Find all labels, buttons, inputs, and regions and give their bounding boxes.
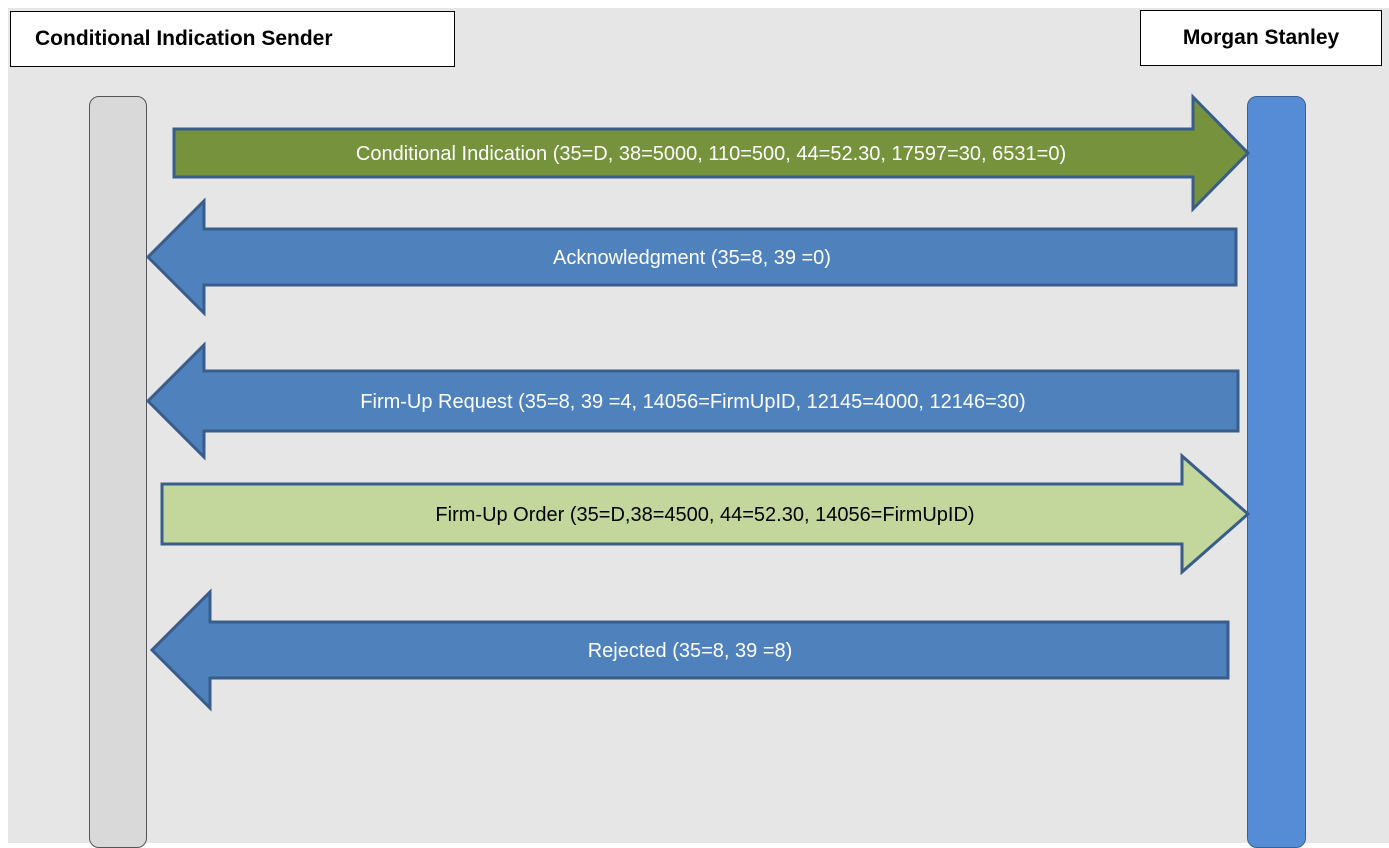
message-label: Firm-Up Request (35=8, 39 =4, 14056=Firm… <box>360 391 1025 413</box>
message-arrow-firm-up-order: Firm-Up Order (35=D,38=4500, 44=52.30, 1… <box>160 452 1251 576</box>
message-arrows: Conditional Indication (35=D, 38=5000, 1… <box>145 93 1251 712</box>
message-arrow-rejected: Rejected (35=8, 39 =8) <box>149 588 1230 712</box>
message-label: Acknowledgment (35=8, 39 =0) <box>553 247 831 269</box>
message-label: Rejected (35=8, 39 =8) <box>588 640 793 662</box>
message-label: Firm-Up Order (35=D,38=4500, 44=52.30, 1… <box>435 504 974 526</box>
message-arrow-acknowledgment: Acknowledgment (35=8, 39 =0) <box>145 197 1238 317</box>
message-label: Conditional Indication (35=D, 38=5000, 1… <box>356 143 1066 165</box>
message-arrow-conditional-indication: Conditional Indication (35=D, 38=5000, 1… <box>172 93 1251 213</box>
message-arrow-firm-up-request: Firm-Up Request (35=8, 39 =4, 14056=Firm… <box>145 341 1240 461</box>
